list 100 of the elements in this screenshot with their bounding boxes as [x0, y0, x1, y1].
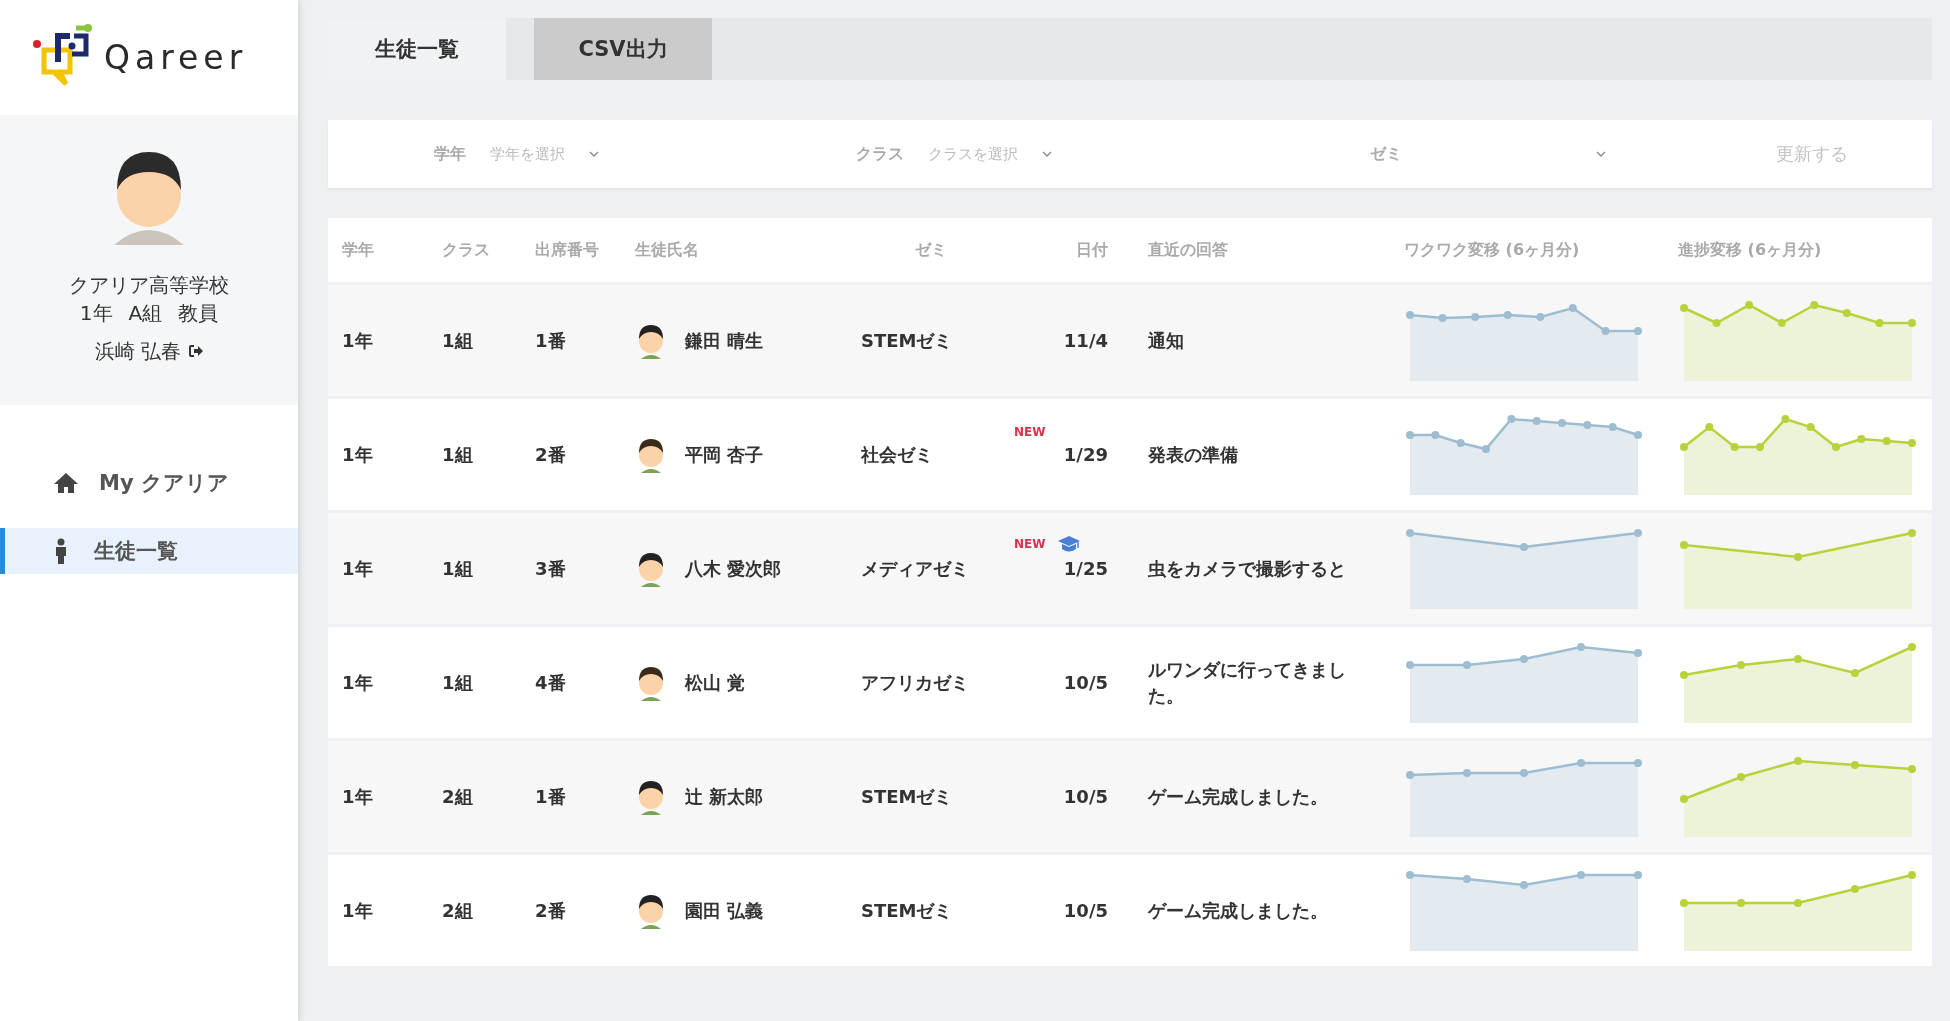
- data-point: [1520, 654, 1528, 663]
- data-point: [1634, 430, 1642, 439]
- data-point: [1406, 310, 1414, 319]
- student-name: 鎌田 晴生: [685, 328, 764, 353]
- tab[interactable]: CSV出力: [534, 18, 712, 80]
- table-cell: 1/25: [1063, 558, 1108, 579]
- data-point: [1794, 756, 1802, 765]
- data-point: [1680, 898, 1688, 907]
- logout-icon[interactable]: [189, 345, 204, 357]
- data-point: [1851, 760, 1859, 769]
- table-cell-text: 4番: [535, 670, 567, 695]
- table-cell-text: ゲーム完成しました。: [1146, 784, 1329, 809]
- tab[interactable]: 生徒一覧: [328, 18, 506, 80]
- data-point: [1583, 420, 1592, 429]
- nav-item[interactable]: My クアリア: [0, 460, 298, 506]
- student-name: 松山 覚: [685, 670, 746, 695]
- filter-label: ゼミ: [1370, 143, 1402, 165]
- table-cell-text: STEMゼミ: [861, 898, 954, 923]
- table-row[interactable]: 1年 1組 3番 八木 愛次郎 メディアゼミ NEW 1/25 虫をカメラで撮影すると: [328, 513, 1932, 627]
- grade-label: 1年: [79, 300, 113, 327]
- data-point: [1882, 436, 1891, 445]
- data-point: [1634, 648, 1642, 657]
- table-cell: 11/4: [1063, 330, 1108, 351]
- data-point: [1730, 442, 1739, 451]
- table-cell-text: メディアゼミ: [861, 556, 970, 581]
- table-cell-text: ゲーム完成しました。: [1146, 898, 1329, 923]
- data-point: [1705, 422, 1714, 431]
- chevron-icon: [1596, 151, 1606, 157]
- data-point: [1406, 430, 1414, 439]
- data-point: [1712, 318, 1721, 327]
- student-name: 辻 新太郎: [685, 784, 764, 809]
- data-point: [1680, 442, 1688, 451]
- data-point: [1842, 308, 1851, 317]
- data-point: [1431, 430, 1440, 439]
- data-point: [1908, 438, 1916, 447]
- data-point: [1406, 660, 1414, 669]
- data-point: [1406, 870, 1414, 879]
- column-header: ワクワク変移 (6ヶ月分): [1403, 239, 1581, 261]
- column-header: 進捗変移 (6ヶ月分): [1678, 239, 1823, 261]
- data-point: [1577, 642, 1585, 651]
- table-cell-text: 2番: [535, 442, 567, 467]
- data-point: [1634, 758, 1642, 767]
- data-point: [1463, 768, 1471, 777]
- data-point: [1634, 870, 1642, 879]
- user-name: 浜崎 弘春: [94, 338, 182, 365]
- table-cell-text: 1組: [442, 670, 474, 695]
- table-cell-text: 2番: [535, 898, 567, 923]
- data-point: [1777, 318, 1786, 327]
- data-point: [1875, 318, 1884, 327]
- table-cell-text: ルワンダに行ってきました。: [1147, 657, 1347, 708]
- table-cell-text: 1組: [442, 556, 474, 581]
- table-row[interactable]: 1年 2組 2番 園田 弘義 STEMゼミ 10/5 ゲーム完成しました。: [328, 855, 1932, 969]
- data-point: [1851, 668, 1859, 677]
- table-cell-text: 1年: [341, 898, 374, 923]
- table-cell-text: 社会ゼミ: [861, 442, 934, 467]
- column-header: 日付: [1075, 239, 1108, 261]
- data-point: [1680, 794, 1688, 803]
- nav-item[interactable]: 生徒一覧: [0, 528, 298, 574]
- table-cell: 10/5: [1063, 672, 1108, 693]
- data-point: [1851, 884, 1859, 893]
- table-cell: 1/29: [1063, 444, 1108, 465]
- table-cell-text: 1年: [341, 328, 374, 353]
- table-cell-text: 1年: [341, 442, 374, 467]
- table-cell-text: 3番: [535, 556, 567, 581]
- table-cell-text: 2組: [442, 898, 474, 923]
- data-point: [1577, 758, 1585, 767]
- data-point: [1507, 414, 1516, 423]
- table-cell-text: 1組: [442, 442, 474, 467]
- data-point: [1520, 880, 1528, 889]
- data-point: [1634, 528, 1642, 537]
- table-row[interactable]: 1年 1組 1番 鎌田 晴生 STEMゼミ 11/4 通知: [328, 285, 1932, 399]
- class-label: A組: [128, 300, 163, 327]
- table-cell-text: 通知: [1147, 328, 1185, 353]
- table-cell-text: 2組: [442, 784, 474, 809]
- data-point: [1680, 670, 1688, 679]
- new-label: NEW: [1014, 425, 1046, 439]
- chevron-icon: [1042, 151, 1052, 157]
- column-header: クラス: [442, 239, 491, 261]
- data-point: [1608, 422, 1617, 431]
- filter-label: クラス: [856, 143, 904, 165]
- data-point: [1532, 416, 1541, 425]
- data-point: [1745, 300, 1754, 309]
- data-point: [1406, 770, 1414, 779]
- column-header: ゼミ: [914, 239, 948, 261]
- data-point: [1520, 768, 1528, 777]
- chevron-icon: [589, 151, 599, 157]
- table-row[interactable]: 1年 2組 1番 辻 新太郎 STEMゼミ 10/5 ゲーム完成しました。: [328, 741, 1932, 855]
- column-header: 出席番号: [535, 239, 600, 261]
- data-point: [1463, 874, 1471, 883]
- table-cell-text: 1年: [341, 556, 374, 581]
- table-cell-text: STEMゼミ: [861, 328, 954, 353]
- data-point: [1794, 654, 1802, 663]
- school-name: クアリア高等学校: [69, 272, 229, 299]
- column-header: 直近の回答: [1147, 239, 1229, 261]
- logo-text: Qareer: [104, 38, 248, 77]
- select-field[interactable]: [1596, 151, 1606, 157]
- student-name: 園田 弘義: [685, 898, 764, 923]
- data-point: [1568, 303, 1577, 312]
- data-point: [1857, 434, 1866, 443]
- data-point: [1908, 642, 1916, 651]
